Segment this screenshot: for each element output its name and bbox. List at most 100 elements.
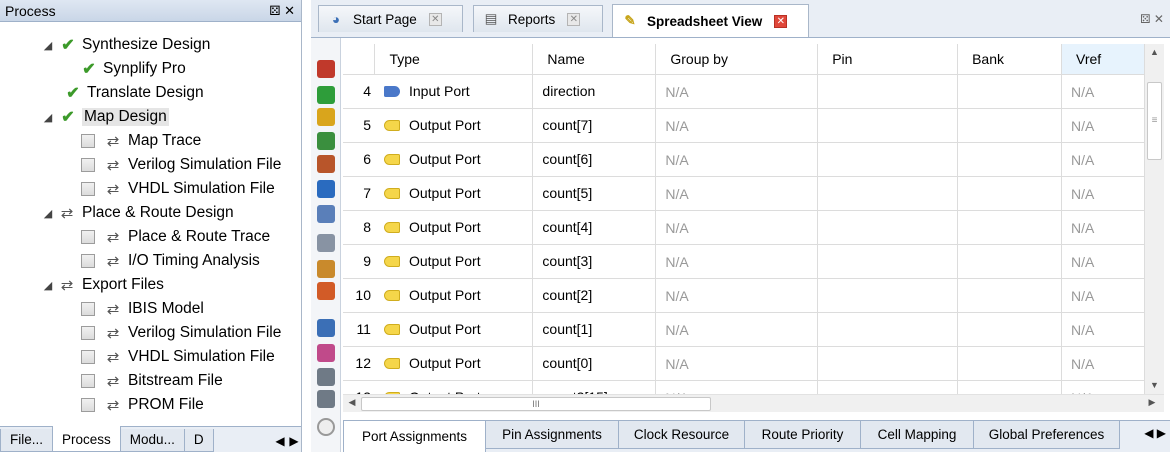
table-row[interactable]: 12 Output Port count[0] N/A N/A xyxy=(343,346,1145,381)
table-row[interactable]: 11 Output Port count[1] N/A N/A xyxy=(343,312,1145,347)
cell-vref[interactable]: N/A xyxy=(1061,142,1145,177)
scroll-left-icon[interactable]: ◀ xyxy=(1144,426,1153,440)
column-header-bank[interactable]: Bank xyxy=(957,44,1063,75)
cell-vref[interactable]: N/A xyxy=(1061,244,1145,279)
tree-item-checkbox[interactable] xyxy=(81,158,95,172)
tree-item[interactable]: ◢ ⇄ Place & Route Design xyxy=(0,201,301,225)
panel-float-close-icons[interactable]: ⚄ ✕ xyxy=(269,3,295,19)
tree-item-checkbox[interactable] xyxy=(81,254,95,268)
scroll-right-icon[interactable]: ▶ xyxy=(287,434,301,448)
cell-type[interactable]: Output Port xyxy=(374,210,534,245)
cell-name[interactable]: count[1] xyxy=(532,312,657,347)
expand-toggle-icon[interactable]: ◢ xyxy=(42,279,54,292)
expand-toggle-icon[interactable]: ◢ xyxy=(42,111,54,124)
tree-item[interactable]: ⇄ Bitstream File xyxy=(0,369,301,393)
horizontal-scrollbar[interactable]: ◀ III ▶ xyxy=(343,394,1164,412)
cell-vref[interactable]: N/A xyxy=(1061,74,1145,109)
table-row[interactable]: 8 Output Port count[4] N/A N/A xyxy=(343,210,1145,245)
cell-pin[interactable] xyxy=(817,380,959,394)
tab-spreadsheet-view[interactable]: ✎ Spreadsheet View ✕ xyxy=(612,4,809,37)
tree-item[interactable]: ⇄ Map Trace xyxy=(0,129,301,153)
tab-modu[interactable]: Modu... xyxy=(119,429,185,452)
cell-type[interactable]: Output Port xyxy=(374,278,534,313)
circle-icon[interactable] xyxy=(317,418,335,436)
tree-item-checkbox[interactable] xyxy=(81,182,95,196)
cell-vref[interactable]: N/A xyxy=(1061,108,1145,143)
cell-pin[interactable] xyxy=(817,142,959,177)
tree-item[interactable]: ⇄ VHDL Simulation File xyxy=(0,177,301,201)
route-icon[interactable] xyxy=(317,108,335,126)
tree-item-checkbox[interactable] xyxy=(81,374,95,388)
document-window-controls[interactable]: ⚄ ✕ xyxy=(1140,12,1164,26)
table-row[interactable]: 4 Input Port direction N/A N/A xyxy=(343,74,1145,109)
cell-pin[interactable] xyxy=(817,312,959,347)
cell-bank[interactable] xyxy=(957,380,1063,394)
scroll-up-icon[interactable]: ▲ xyxy=(1145,44,1164,61)
cell-group-by[interactable]: N/A xyxy=(655,312,819,347)
cell-group-by[interactable]: N/A xyxy=(655,176,819,211)
grid-icon[interactable] xyxy=(317,368,335,386)
bank-icon[interactable] xyxy=(317,180,335,198)
cell-pin[interactable] xyxy=(817,346,959,381)
warning-icon[interactable] xyxy=(317,260,335,278)
cell-pin[interactable] xyxy=(817,176,959,211)
tree-item-checkbox[interactable] xyxy=(81,302,95,316)
tab-process[interactable]: Process xyxy=(52,426,121,452)
table-row[interactable]: 5 Output Port count[7] N/A N/A xyxy=(343,108,1145,143)
cell-pin[interactable] xyxy=(817,278,959,313)
tree-item[interactable]: ⇄ IBIS Model xyxy=(0,297,301,321)
cell-pin[interactable] xyxy=(817,108,959,143)
report-icon[interactable] xyxy=(317,205,335,223)
tab-pin-assignments[interactable]: Pin Assignments xyxy=(485,421,619,449)
cell-type[interactable]: Input Port xyxy=(374,74,534,109)
close-icon[interactable]: ✕ xyxy=(774,14,788,28)
tree-item[interactable]: ✔ Translate Design xyxy=(0,81,301,105)
cell-group-by[interactable]: N/A xyxy=(655,108,819,143)
flip-icon[interactable] xyxy=(317,234,335,252)
cell-group-by[interactable]: N/A xyxy=(655,278,819,313)
table-row[interactable]: 6 Output Port count[6] N/A N/A xyxy=(343,142,1145,177)
scroll-thumb[interactable]: III xyxy=(361,397,711,411)
column-header-group-by[interactable]: Group by xyxy=(655,44,819,75)
tab-port-assignments[interactable]: Port Assignments xyxy=(343,421,486,452)
cell-bank[interactable] xyxy=(957,108,1063,143)
scroll-right-icon[interactable]: ▶ xyxy=(1144,397,1160,408)
cell-group-by[interactable]: N/A xyxy=(655,210,819,245)
cell-bank[interactable] xyxy=(957,74,1063,109)
timing-icon[interactable] xyxy=(317,86,335,104)
cell-type[interactable]: Output Port xyxy=(374,108,534,143)
cell-type[interactable]: Output Port xyxy=(374,312,534,347)
cell-type[interactable]: Output Port xyxy=(374,244,534,279)
tree-item-checkbox[interactable] xyxy=(81,230,95,244)
scroll-thumb[interactable]: ≡ xyxy=(1147,82,1162,160)
cell-bank[interactable] xyxy=(957,312,1063,347)
table-row[interactable]: 7 Output Port count[5] N/A N/A xyxy=(343,176,1145,211)
scroll-down-icon[interactable]: ▼ xyxy=(1145,377,1164,394)
cell-bank[interactable] xyxy=(957,176,1063,211)
cell-type[interactable]: Output Port xyxy=(374,346,534,381)
cell-pin[interactable] xyxy=(817,210,959,245)
cell-name[interactable]: count[6] xyxy=(532,142,657,177)
cell-bank[interactable] xyxy=(957,278,1063,313)
error-icon[interactable] xyxy=(317,282,335,300)
grid2-icon[interactable] xyxy=(317,390,335,408)
column-header-type[interactable]: Type xyxy=(374,44,534,75)
cell-type[interactable]: Output Port xyxy=(374,142,534,177)
scroll-left-icon[interactable]: ◀ xyxy=(344,397,360,408)
cell-vref[interactable]: N/A xyxy=(1061,278,1145,313)
cell-bank[interactable] xyxy=(957,210,1063,245)
tree-item[interactable]: ✔ Synplify Pro xyxy=(0,57,301,81)
cell-vref[interactable]: N/A xyxy=(1061,210,1145,245)
cell-vref[interactable]: N/A xyxy=(1061,346,1145,381)
tree-item[interactable]: ⇄ Place & Route Trace xyxy=(0,225,301,249)
tab-d[interactable]: D xyxy=(183,429,214,452)
cell-group-by[interactable]: N/A xyxy=(655,244,819,279)
tree-item[interactable]: ⇄ VHDL Simulation File xyxy=(0,345,301,369)
cell-name[interactable]: direction xyxy=(532,74,657,109)
tree-item-checkbox[interactable] xyxy=(81,398,95,412)
cell-name[interactable]: count[0] xyxy=(532,346,657,381)
cell-name[interactable]: count[2] xyxy=(532,278,657,313)
cell-bank[interactable] xyxy=(957,142,1063,177)
tree-item[interactable]: ⇄ Verilog Simulation File xyxy=(0,321,301,345)
tree-item[interactable]: ⇄ PROM File xyxy=(0,393,301,417)
